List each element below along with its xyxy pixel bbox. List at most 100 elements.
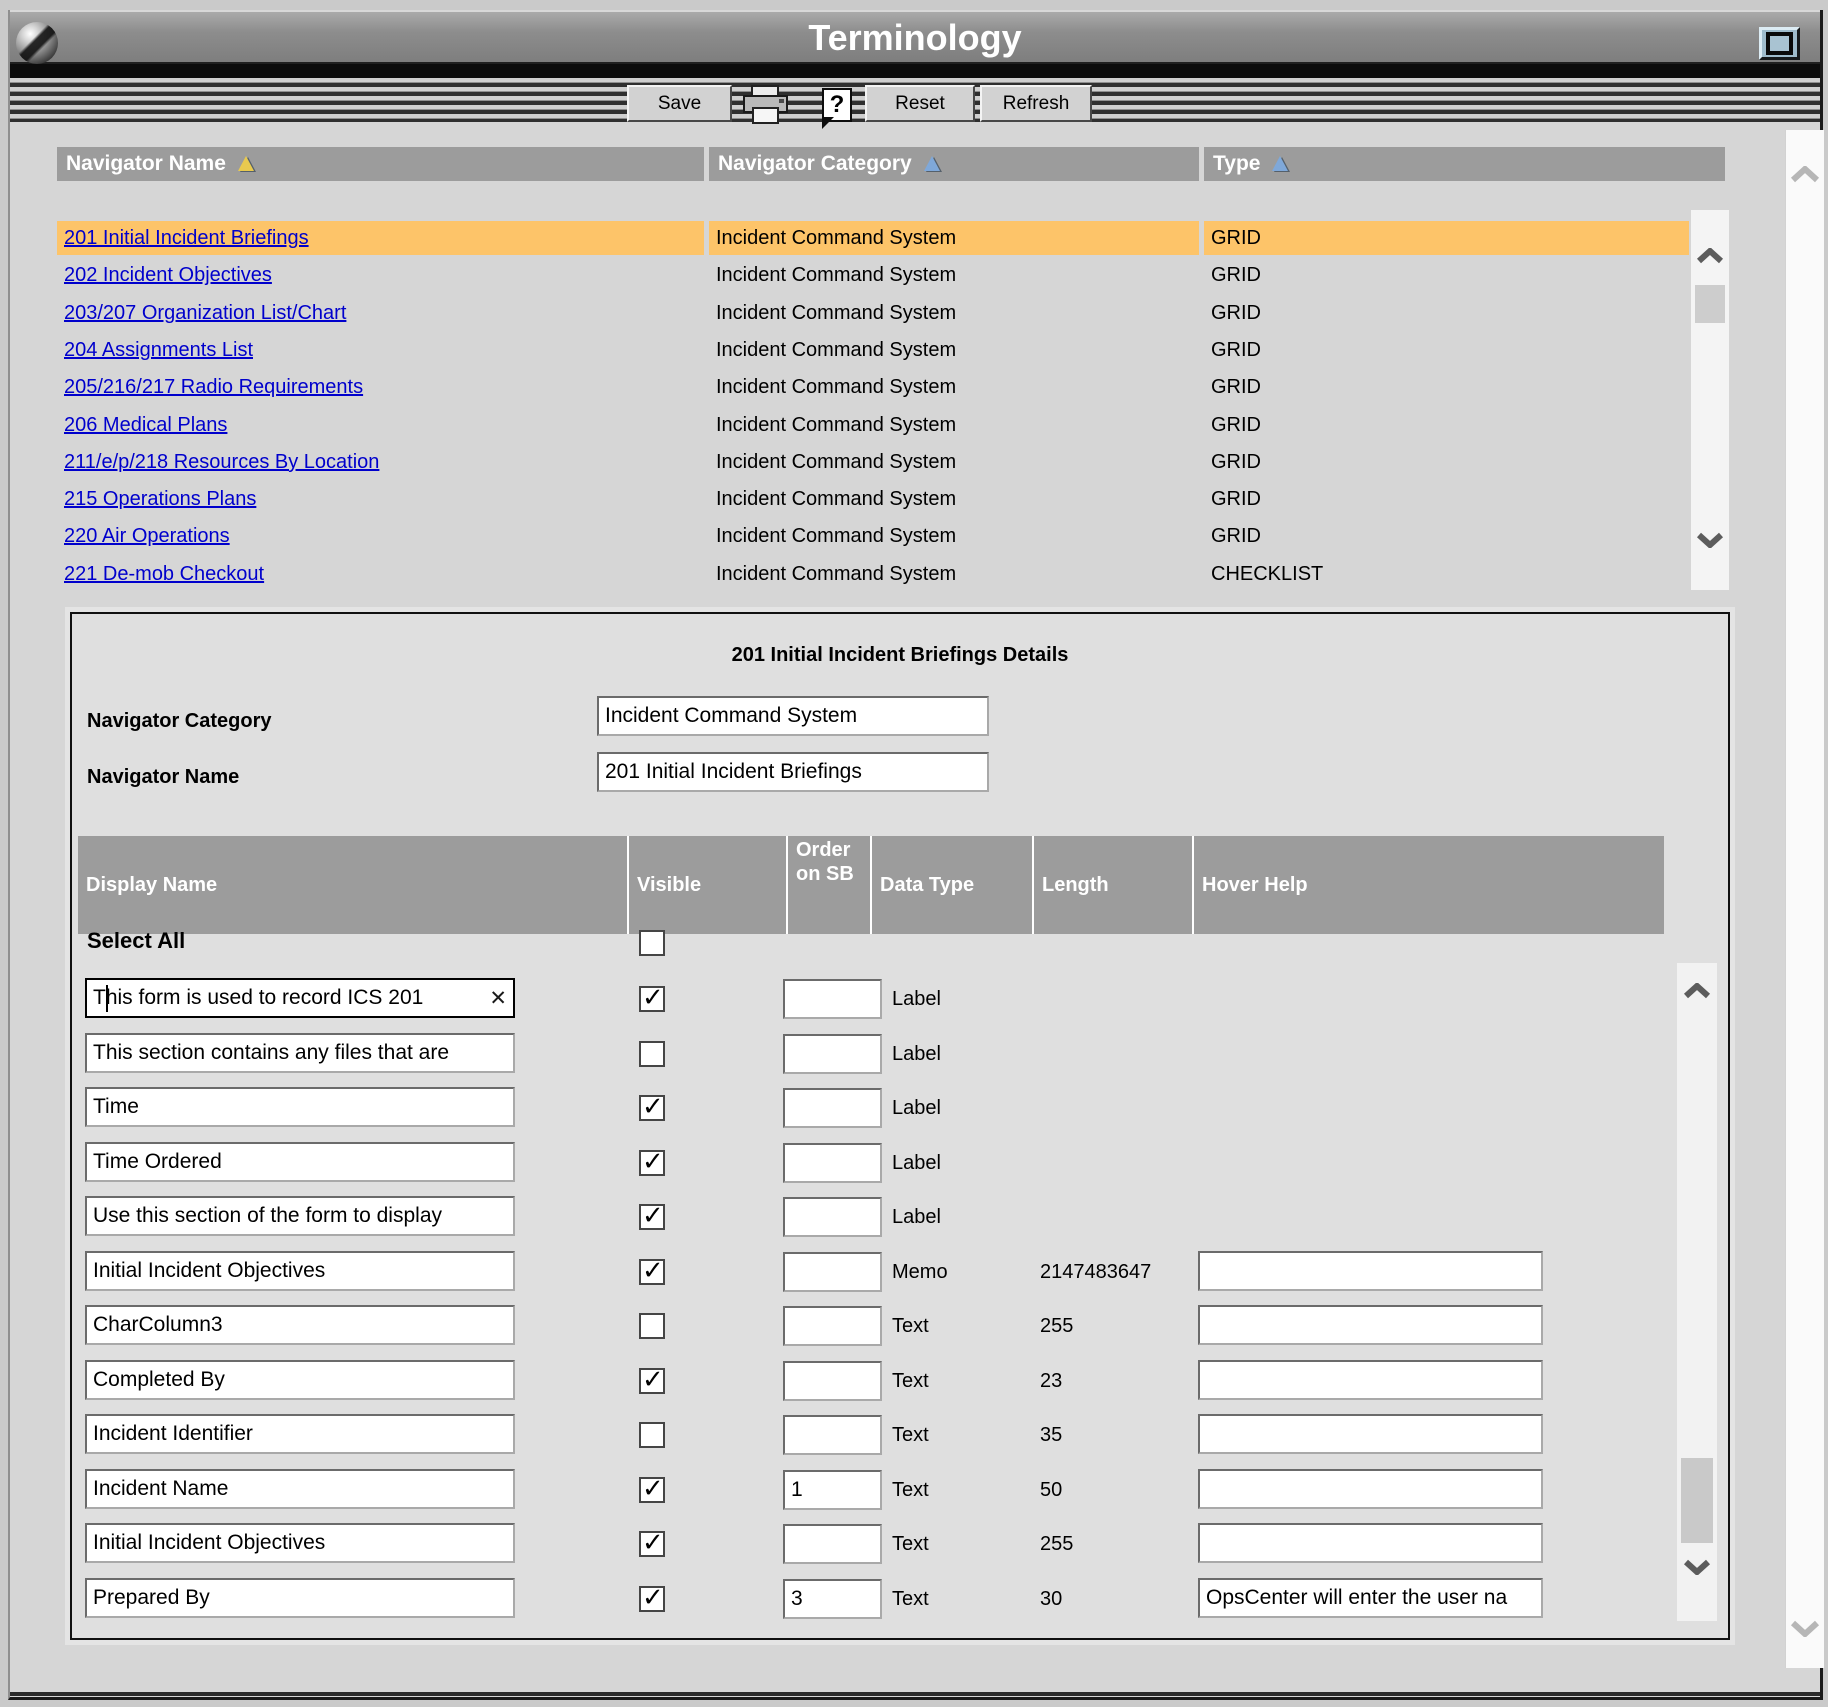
visible-checkbox[interactable] [639,1095,665,1121]
column-header-type[interactable]: Type [1204,147,1725,181]
display-name-input[interactable]: Incident Name [85,1469,515,1509]
hover-help-input[interactable]: OpsCenter will enter the user na [1198,1578,1543,1618]
display-name-input[interactable]: This form is used to record ICS 201 ✕ [85,978,515,1018]
details-grid-row: Initial Incident Objectives Memo 2147483… [72,1251,1728,1295]
display-name-input[interactable]: Time [85,1087,515,1127]
order-on-sb-input[interactable] [783,1197,882,1237]
visible-checkbox[interactable] [639,1368,665,1394]
order-value [785,1363,880,1399]
table-row[interactable]: 202 Incident Objectives Incident Command… [10,258,1822,292]
table-row[interactable]: 215 Operations Plans Incident Command Sy… [10,482,1822,516]
navigator-name-link[interactable]: 202 Incident Objectives [64,264,272,286]
application-window: Terminology Save ? Reset Refresh Navigat… [0,0,1828,1707]
maximize-button[interactable] [1759,27,1800,60]
order-on-sb-input[interactable]: 3 [783,1579,882,1619]
reset-button[interactable]: Reset [865,85,975,122]
navigator-name-link[interactable]: 220 Air Operations [64,525,230,547]
display-name-value: Prepared By [87,1580,513,1616]
hover-help-input[interactable] [1198,1414,1543,1454]
visible-checkbox[interactable] [639,1150,665,1176]
order-on-sb-input[interactable] [783,1415,882,1455]
display-name-input[interactable]: Time Ordered [85,1142,515,1182]
navigator-category-input[interactable]: Incident Command System [597,696,989,736]
navigator-name-link[interactable]: 211/e/p/218 Resources By Location [64,451,379,473]
column-header-navigator-category[interactable]: Navigator Category [709,147,1199,181]
navigator-name-link[interactable]: 206 Medical Plans [64,414,227,436]
display-name-input[interactable]: This section contains any files that are [85,1033,515,1073]
scrollbar-thumb[interactable] [1695,285,1725,323]
hover-help-value [1200,1416,1541,1452]
visible-checkbox[interactable] [639,1259,665,1285]
navigator-name-link[interactable]: 215 Operations Plans [64,488,256,510]
table-row[interactable]: 211/e/p/218 Resources By Location Incide… [10,445,1822,479]
type-cell: GRID [1204,482,1689,516]
hover-help-input[interactable] [1198,1523,1543,1563]
display-name-input[interactable]: Incident Identifier [85,1414,515,1454]
navigator-name-link[interactable]: 205/216/217 Radio Requirements [64,376,363,398]
hover-help-value [1200,1253,1541,1289]
table-row[interactable]: 205/216/217 Radio Requirements Incident … [10,370,1822,404]
visible-checkbox[interactable] [639,1422,665,1448]
order-on-sb-input[interactable] [783,1306,882,1346]
details-grid-row: Use this section of the form to display … [72,1196,1728,1240]
navigator-name-link[interactable]: 221 De-mob Checkout [64,563,264,585]
refresh-button[interactable]: Refresh [980,85,1092,122]
navigator-name-link[interactable]: 203/207 Organization List/Chart [64,302,346,324]
display-name-input[interactable]: Prepared By [85,1578,515,1618]
table-row[interactable]: 206 Medical Plans Incident Command Syste… [10,408,1822,442]
display-name-input[interactable]: Initial Incident Objectives [85,1523,515,1563]
table-row[interactable]: 220 Air Operations Incident Command Syst… [10,519,1822,553]
visible-checkbox[interactable] [639,1041,665,1067]
display-name-input[interactable]: Completed By [85,1360,515,1400]
table-row[interactable]: 221 De-mob Checkout Incident Command Sys… [10,557,1822,591]
navigator-name-link[interactable]: 204 Assignments List [64,339,253,361]
visible-checkbox[interactable] [639,1531,665,1557]
scroll-down-icon[interactable] [1677,1559,1717,1575]
clear-icon[interactable]: ✕ [489,980,507,1017]
visible-checkbox[interactable] [639,1313,665,1339]
navigator-name-link[interactable]: 201 Initial Incident Briefings [64,227,309,249]
order-on-sb-input[interactable] [783,979,882,1019]
order-on-sb-input[interactable] [783,1143,882,1183]
scroll-up-icon[interactable] [1677,983,1717,999]
hover-help-input[interactable] [1198,1305,1543,1345]
scroll-down-icon[interactable] [1786,1620,1824,1637]
save-button[interactable]: Save [627,85,732,122]
hover-help-input[interactable] [1198,1360,1543,1400]
hover-help-input[interactable] [1198,1251,1543,1291]
visible-checkbox[interactable] [639,1477,665,1503]
hover-help-input[interactable] [1198,1469,1543,1509]
order-on-sb-input[interactable]: 1 [783,1470,882,1510]
visible-checkbox[interactable] [639,986,665,1012]
display-name-input[interactable]: Use this section of the form to display [85,1196,515,1236]
order-on-sb-input[interactable] [783,1252,882,1292]
visible-checkbox[interactable] [639,1204,665,1230]
column-header-label: Navigator Category [718,152,912,175]
visible-checkbox[interactable] [639,1586,665,1612]
table-row[interactable]: 204 Assignments List Incident Command Sy… [10,333,1822,367]
display-name-input[interactable]: CharColumn3 [85,1305,515,1345]
data-type-label: Text [892,1578,929,1618]
details-grid-row: CharColumn3 Text 255 [72,1305,1728,1349]
print-icon[interactable] [739,84,793,126]
column-header-navigator-name[interactable]: Navigator Name [57,147,704,181]
navigator-name-input[interactable]: 201 Initial Incident Briefings [597,752,989,792]
order-on-sb-input[interactable] [783,1088,882,1128]
select-all-checkbox[interactable] [639,930,665,956]
scroll-up-icon[interactable] [1691,248,1729,264]
nav-table-scrollbar[interactable] [1691,210,1729,590]
page-scrollbar[interactable] [1785,130,1824,1668]
scroll-down-icon[interactable] [1691,532,1729,548]
order-on-sb-input[interactable] [783,1361,882,1401]
navigator-name-cell: 203/207 Organization List/Chart [57,296,704,330]
help-icon[interactable]: ? [822,88,852,122]
details-grid-scrollbar[interactable] [1677,963,1717,1621]
scroll-up-icon[interactable] [1786,166,1824,183]
table-row[interactable]: 203/207 Organization List/Chart Incident… [10,296,1822,330]
display-name-input[interactable]: Initial Incident Objectives [85,1251,515,1291]
type-cell: GRID [1204,221,1689,255]
table-row[interactable]: 201 Initial Incident Briefings Incident … [10,221,1822,255]
scrollbar-thumb[interactable] [1681,1458,1713,1543]
order-on-sb-input[interactable] [783,1524,882,1564]
order-on-sb-input[interactable] [783,1034,882,1074]
